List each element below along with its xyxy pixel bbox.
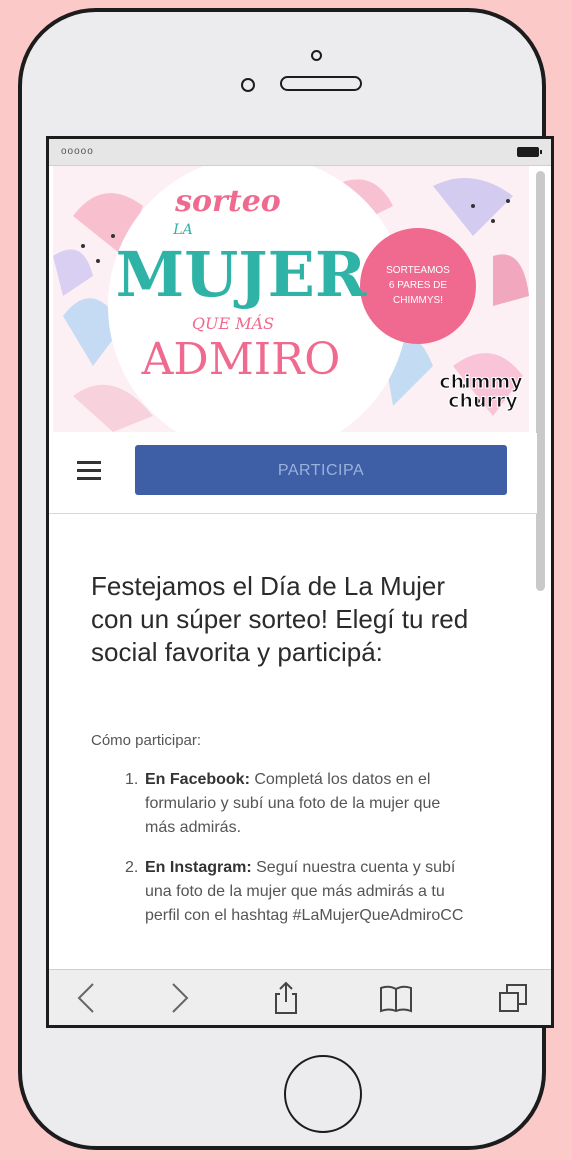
banner-mujer-text: MUJER — [116, 238, 367, 311]
banner-admiro-text: ADMIRO — [141, 334, 341, 385]
step-number: 2. — [125, 859, 139, 876]
site-navbar: PARTICIPA — [49, 433, 537, 514]
scrollbar[interactable] — [536, 171, 545, 591]
step-title: En Facebook: — [145, 771, 250, 788]
forward-arrow-icon[interactable] — [161, 980, 199, 1016]
badge-line-3: CHIMMYS! — [393, 295, 443, 306]
how-to-label: Cómo participar: — [91, 732, 202, 749]
badge-line-2: 6 PARES DE — [389, 280, 447, 291]
banner-la-text: LA — [172, 222, 192, 238]
steps-list: 1. En Facebook: Completá los datos en el… — [91, 768, 471, 944]
list-item: 1. En Facebook: Completá los datos en el… — [91, 768, 471, 840]
home-button[interactable] — [284, 1055, 362, 1133]
page-headline: Festejamos el Día de La Mujer con un súp… — [91, 571, 469, 667]
banner-sorteo-text: sorteo — [174, 184, 281, 219]
list-item: 2. En Instagram: Seguí nuestra cuenta y … — [91, 856, 471, 928]
banner-que-mas-text: QUE MÁS — [192, 313, 274, 333]
signal-indicator: ooooo — [61, 146, 94, 157]
badge-line-1: SORTEAMOS — [386, 265, 450, 276]
share-icon[interactable] — [267, 980, 305, 1016]
proximity-sensor — [241, 78, 255, 92]
tabs-icon[interactable] — [495, 980, 533, 1016]
safari-toolbar — [49, 969, 551, 1025]
sorteo-banner: SORTEAMOS 6 PARES DE CHIMMYS! sorteo LA … — [53, 166, 529, 432]
hamburger-icon[interactable] — [77, 461, 101, 481]
participa-button[interactable]: PARTICIPA — [135, 445, 507, 495]
page-content: Festejamos el Día de La Mujer con un súp… — [49, 514, 537, 969]
bookmarks-icon[interactable] — [377, 980, 415, 1016]
battery-icon — [517, 147, 542, 157]
banner-illustration: SORTEAMOS 6 PARES DE CHIMMYS! sorteo LA … — [53, 166, 529, 432]
earpiece-speaker — [280, 76, 362, 91]
status-bar: ooooo — [49, 139, 551, 166]
front-camera — [311, 50, 322, 61]
brand-line-2: churry — [448, 390, 518, 412]
step-title: En Instagram: — [145, 859, 252, 876]
chimmy-churry-logo: chimmy churry — [439, 371, 524, 413]
back-arrow-icon[interactable] — [67, 980, 105, 1016]
phone-screen: ooooo SORTEAMOS 6 PARES DE CHIMMYS! sort… — [46, 136, 554, 1028]
step-number: 1. — [125, 771, 139, 788]
